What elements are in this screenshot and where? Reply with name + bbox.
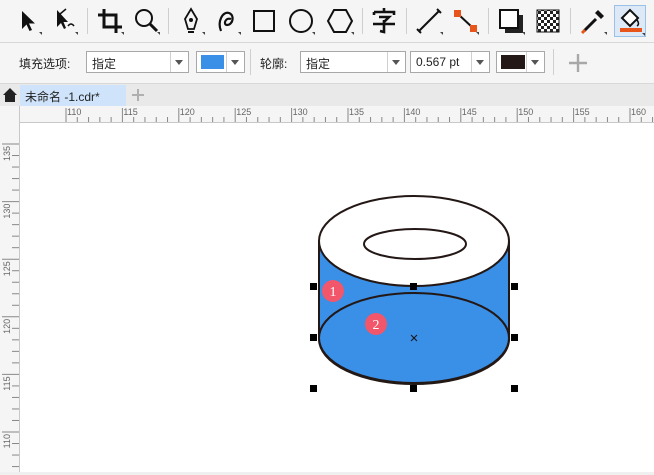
ruler-label: 125: [236, 107, 251, 117]
color-eyedropper-icon[interactable]: [577, 5, 609, 37]
selection-handle: [511, 283, 518, 290]
vertical-ruler[interactable]: 135 130 125 120 115 110: [0, 106, 20, 472]
polygon-tool-icon[interactable]: [324, 5, 356, 37]
property-bar: 填充选项: 指定 轮廓: 指定 0.567 pt: [0, 43, 654, 84]
selection-handle: [310, 385, 317, 392]
ruler-label: 150: [518, 107, 533, 117]
chevron-down-icon: [471, 52, 489, 72]
document-tab-bar: 未命名 -1.cdr*: [0, 84, 654, 107]
outline-mode-dropdown[interactable]: 指定: [300, 51, 406, 73]
chevron-down-icon: [170, 52, 188, 72]
selection-handle: [310, 283, 317, 290]
ruler-label: 130: [293, 107, 308, 117]
marker-1: 1: [322, 280, 344, 302]
ruler-label: 110: [2, 434, 12, 448]
fill-mode-value: 指定: [92, 57, 117, 71]
chevron-down-icon: [526, 52, 544, 72]
selection-handle: [310, 334, 317, 341]
pen-tool-icon[interactable]: [175, 5, 207, 37]
horizontal-ruler[interactable]: 110 115 120 125 130 135 140 145 150 155 160: [20, 106, 654, 123]
dimension-tool-icon[interactable]: [413, 5, 445, 37]
home-icon[interactable]: [2, 87, 18, 103]
ruler-label: 135: [349, 107, 364, 117]
drawing-canvas[interactable]: 1 2: [20, 123, 654, 472]
drop-shadow-tool-icon[interactable]: [495, 5, 527, 37]
ellipse-tool-icon[interactable]: [285, 5, 317, 37]
interactive-fill-icon[interactable]: [614, 5, 646, 37]
fill-mode-dropdown[interactable]: 指定: [86, 51, 189, 73]
fill-color-swatch: [201, 55, 224, 69]
ruler-label: 140: [405, 107, 420, 117]
marker-2: 2: [365, 313, 387, 335]
ruler-label: 125: [2, 261, 12, 276]
outline-mode-value: 指定: [306, 57, 331, 71]
ruler-label: 115: [123, 107, 137, 117]
selection-handle: [410, 385, 417, 392]
document-tab[interactable]: 未命名 -1.cdr*: [20, 85, 126, 106]
ruler-label: 120: [2, 319, 12, 334]
cylinder-inner-hole[interactable]: [363, 228, 467, 260]
selection-handle: [511, 334, 518, 341]
outline-label: 轮廓:: [260, 57, 288, 71]
crop-tool-icon[interactable]: [94, 5, 126, 37]
chevron-down-icon: [387, 52, 405, 72]
chevron-down-icon: [226, 52, 244, 72]
drawing-area[interactable]: 1 2: [20, 123, 654, 472]
outline-color-swatch: [501, 55, 525, 69]
outline-width-dropdown[interactable]: 0.567 pt: [410, 51, 490, 73]
ruler-label: 115: [2, 376, 12, 390]
new-tab-icon[interactable]: [130, 87, 146, 103]
freehand-tool-icon[interactable]: [211, 5, 243, 37]
selection-handle: [511, 385, 518, 392]
svg-text:2: 2: [373, 318, 380, 333]
toolbox: [0, 0, 654, 43]
shape-tool-icon[interactable]: [48, 5, 80, 37]
zoom-tool-icon[interactable]: [130, 5, 162, 37]
ruler-label: 120: [180, 107, 195, 117]
add-preset-icon[interactable]: [566, 51, 590, 75]
svg-text:1: 1: [330, 285, 337, 300]
ruler-label: 160: [631, 107, 646, 117]
selection-handle: [410, 283, 417, 290]
pick-tool-icon[interactable]: [12, 5, 44, 37]
document-tab-label: 未命名 -1.cdr*: [25, 90, 100, 104]
outline-color-picker[interactable]: [496, 51, 545, 73]
connector-tool-icon[interactable]: [449, 5, 481, 37]
ruler-label: 130: [2, 204, 12, 219]
ruler-label: 110: [67, 107, 81, 117]
text-tool-icon[interactable]: [368, 5, 400, 37]
rectangle-tool-icon[interactable]: [248, 5, 280, 37]
outline-width-value: 0.567 pt: [416, 55, 460, 69]
ruler-label: 155: [575, 107, 590, 117]
ruler-label: 145: [462, 107, 477, 117]
fill-options-label: 填充选项:: [19, 57, 71, 71]
fill-color-picker[interactable]: [196, 51, 245, 73]
ruler-label: 135: [2, 146, 12, 161]
transparency-tool-icon[interactable]: [532, 5, 564, 37]
